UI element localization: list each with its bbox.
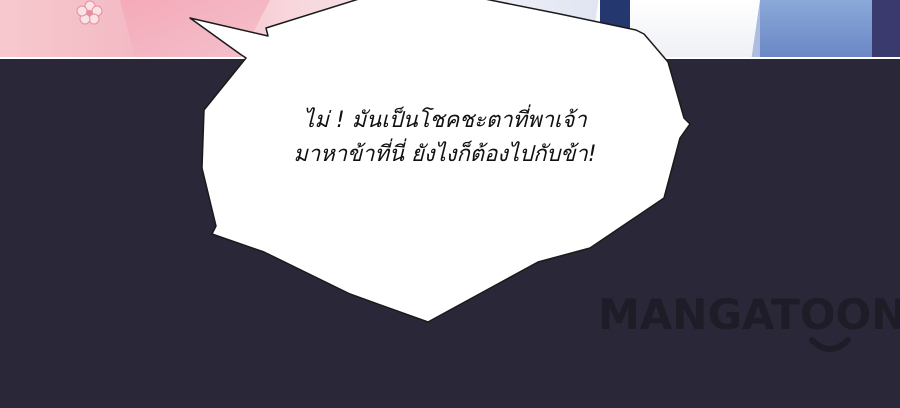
speech-bubble-text: ไม่ ! มันเป็นโชคชะตาที่พาเจ้า มาหาข้าที่… — [240, 104, 650, 172]
speech-line-1: ไม่ ! มันเป็นโชคชะตาที่พาเจ้า — [303, 108, 587, 133]
mangatoon-watermark: MANGATOON — [598, 290, 900, 339]
comic-panel: ไม่ ! มันเป็นโชคชะตาที่พาเจ้า มาหาข้าที่… — [0, 0, 900, 408]
smile-icon — [809, 337, 851, 352]
speech-line-2: มาหาข้าที่นี่ ยังไงก็ต้องไปกับข้า! — [293, 142, 597, 167]
speech-bubble — [189, 0, 691, 323]
